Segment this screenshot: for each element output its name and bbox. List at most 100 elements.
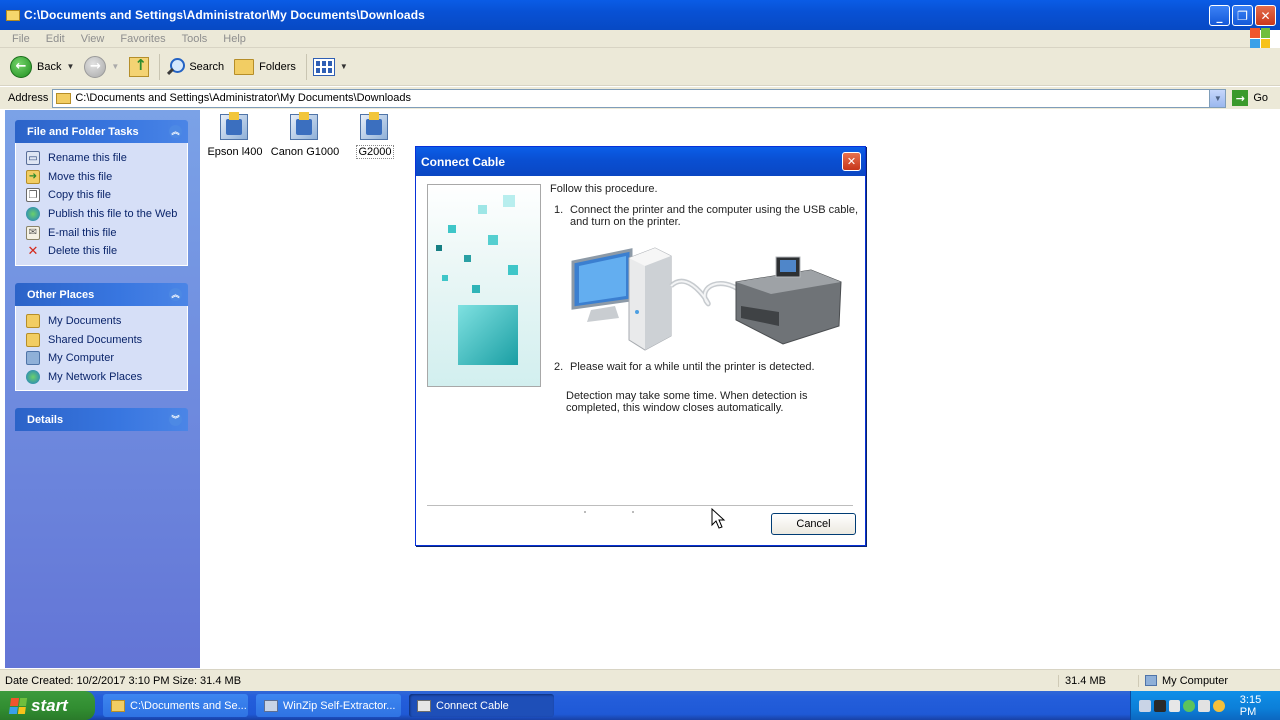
tray-icon-volume[interactable] — [1198, 699, 1210, 712]
views-dropdown-icon[interactable]: ▼ — [340, 62, 348, 71]
file-item-selected[interactable]: G2000 — [340, 112, 410, 159]
place-label: My Documents — [48, 315, 122, 328]
file-item[interactable]: Epson l400 — [200, 112, 270, 158]
panel-title: File and Folder Tasks — [27, 125, 139, 138]
clock[interactable]: 3:15 PM — [1240, 694, 1280, 718]
up-folder-icon — [129, 56, 150, 77]
task-pane: File and Folder Tasks ︽ ▭ Rename this fi… — [5, 110, 200, 668]
address-dropdown-icon[interactable]: ▼ — [1209, 89, 1226, 107]
folders-button[interactable]: Folders — [234, 58, 296, 75]
tray-icon-printer[interactable] — [1168, 699, 1181, 712]
task-email[interactable]: ✉ E-mail this file — [26, 223, 187, 242]
taskbar-button-winzip[interactable]: WinZip Self-Extractor... — [256, 694, 401, 717]
folder-icon — [56, 92, 72, 104]
back-dropdown-icon[interactable]: ▼ — [66, 62, 74, 71]
menu-favorites[interactable]: Favorites — [112, 33, 173, 45]
folder-icon — [111, 699, 125, 712]
mouse-cursor-icon — [711, 508, 726, 529]
menu-bar: File Edit View Favorites Tools Help — [0, 30, 1280, 48]
window-title-bar[interactable]: C:\Documents and Settings\Administrator\… — [0, 0, 1280, 30]
tray-icon-alert[interactable] — [1212, 699, 1225, 712]
pc-printer-connection-illustration — [571, 247, 842, 351]
views-button[interactable]: ▼ — [312, 57, 348, 76]
task-move[interactable]: ➜ Move this file — [26, 168, 187, 187]
taskbar-button-label: C:\Documents and Se... — [130, 699, 247, 712]
up-folder-button[interactable] — [129, 56, 150, 77]
address-value: C:\Documents and Settings\Administrator\… — [75, 92, 411, 104]
place-my-documents[interactable]: My Documents — [26, 312, 187, 331]
dialog-divider — [427, 505, 853, 506]
progress-dot — [584, 511, 586, 513]
place-label: My Network Places — [48, 371, 143, 384]
forward-dropdown-icon[interactable]: ▼ — [111, 62, 119, 71]
other-places-header[interactable]: Other Places ︽ — [15, 283, 188, 306]
search-button[interactable]: Search — [166, 57, 225, 76]
dialog-title-bar[interactable]: Connect Cable ✕ — [416, 147, 865, 176]
panel-title: Details — [27, 413, 64, 426]
task-rename[interactable]: ▭ Rename this file — [26, 149, 187, 168]
start-button[interactable]: start — [0, 691, 95, 720]
rename-icon: ▭ — [26, 151, 40, 166]
address-input[interactable]: C:\Documents and Settings\Administrator\… — [52, 88, 1227, 108]
menu-file[interactable]: File — [4, 33, 38, 45]
address-label: Address — [8, 92, 49, 104]
file-folder-tasks-header[interactable]: File and Folder Tasks ︽ — [15, 120, 188, 143]
tray-icon-monitor[interactable] — [1153, 699, 1166, 712]
details-header[interactable]: Details ︾ — [15, 408, 188, 431]
dialog-close-button[interactable]: ✕ — [842, 152, 861, 171]
place-my-network[interactable]: My Network Places — [26, 368, 187, 387]
file-name: Canon G1000 — [270, 146, 340, 158]
file-folder-tasks-panel: File and Folder Tasks ︽ ▭ Rename this fi… — [15, 120, 188, 266]
taskbar-button-connect-cable[interactable]: Connect Cable — [409, 694, 554, 717]
tray-icon-security[interactable] — [1183, 699, 1196, 712]
menu-help[interactable]: Help — [215, 33, 254, 45]
task-publish[interactable]: Publish this file to the Web — [26, 205, 187, 224]
menu-view[interactable]: View — [73, 33, 113, 45]
forward-button[interactable]: → ▼ — [84, 55, 119, 78]
menu-tools[interactable]: Tools — [174, 33, 216, 45]
maximize-button[interactable]: ❐ — [1232, 5, 1253, 26]
expand-chevron-icon[interactable]: ︾ — [169, 413, 182, 426]
installer-file-icon — [290, 112, 320, 142]
back-button[interactable]: ← Back ▼ — [10, 55, 74, 78]
collapse-chevron-icon[interactable]: ︽ — [169, 288, 182, 301]
file-name: G2000 — [356, 145, 394, 159]
connect-cable-dialog: Connect Cable ✕ Follow this procedure. 1… — [415, 146, 866, 546]
globe-icon — [26, 207, 40, 222]
menu-edit[interactable]: Edit — [38, 33, 73, 45]
minimize-button[interactable]: _ — [1209, 5, 1230, 26]
folder-icon — [26, 332, 40, 347]
task-label: E-mail this file — [48, 226, 117, 239]
status-bar: Date Created: 10/2/2017 3:10 PM Size: 31… — [0, 669, 1280, 691]
panel-title: Other Places — [27, 288, 95, 301]
taskbar-button-label: WinZip Self-Extractor... — [283, 699, 396, 712]
toolbar: ← Back ▼ → ▼ Search Folders ▼ — [0, 48, 1280, 86]
cancel-button[interactable]: Cancel — [771, 513, 856, 535]
installer-file-icon — [220, 112, 250, 142]
search-label: Search — [189, 60, 225, 73]
place-shared-documents[interactable]: Shared Documents — [26, 331, 187, 350]
place-my-computer[interactable]: My Computer — [26, 349, 187, 368]
window-title: C:\Documents and Settings\Administrator\… — [24, 8, 425, 22]
taskbar-button-label: Connect Cable — [436, 699, 509, 712]
close-button[interactable]: ✕ — [1255, 5, 1276, 26]
back-arrow-icon: ← — [10, 55, 32, 78]
forward-arrow-icon: → — [84, 55, 107, 78]
task-delete[interactable]: ✕ Delete this file — [26, 242, 187, 261]
task-label: Rename this file — [48, 152, 127, 165]
go-button[interactable]: → Go — [1232, 90, 1268, 106]
system-tray: 3:15 PM — [1130, 691, 1280, 720]
dialog-title: Connect Cable — [421, 154, 506, 169]
task-copy[interactable]: ❐ Copy this file — [26, 186, 187, 205]
other-places-panel: Other Places ︽ My Documents Shared Docum… — [15, 283, 188, 392]
file-item[interactable]: Canon G1000 — [270, 112, 340, 158]
detection-note: Detection may take some time. When detec… — [566, 390, 808, 414]
status-location: My Computer — [1138, 674, 1228, 687]
task-label: Publish this file to the Web — [48, 208, 178, 221]
taskbar-button-explorer[interactable]: C:\Documents and Se... — [103, 694, 248, 717]
toolbar-separator — [159, 53, 161, 80]
tray-icon-network[interactable] — [1139, 699, 1151, 712]
collapse-chevron-icon[interactable]: ︽ — [169, 125, 182, 138]
windows-flag-icon — [8, 697, 28, 714]
start-label: start — [31, 695, 68, 715]
